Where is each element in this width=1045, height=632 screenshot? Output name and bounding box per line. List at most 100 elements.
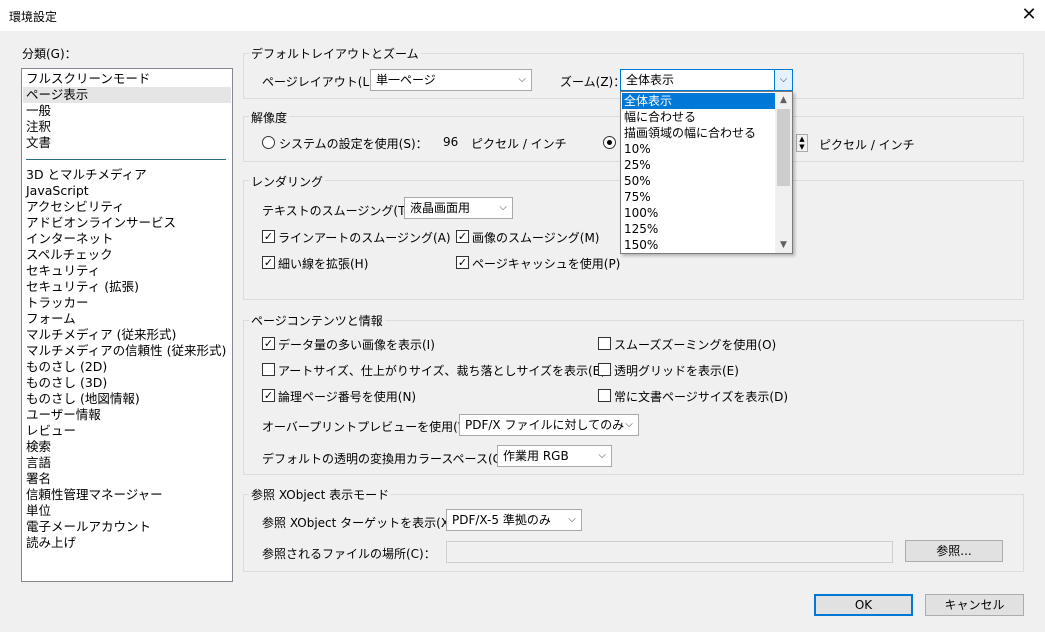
- custom-resolution-radio[interactable]: [603, 136, 616, 149]
- text-smoothing-label: テキストのスムージング(T)：: [262, 204, 423, 218]
- zoom-option[interactable]: 150%: [622, 237, 775, 253]
- page-cache-checkbox[interactable]: ✓: [456, 256, 469, 269]
- blend-space-select[interactable]: 作業用 RGB ⌵: [497, 445, 612, 467]
- category-item[interactable]: セキュリティ (拡張): [26, 279, 139, 295]
- overprint-value: PDF/X ファイルに対してのみ: [465, 418, 625, 432]
- category-item[interactable]: ユーザー情報: [26, 407, 101, 423]
- rendering-title: レンダリング: [249, 173, 326, 190]
- system-resolution-unit: ピクセル / インチ: [471, 137, 567, 151]
- chevron-down-icon: ⌵: [774, 70, 792, 90]
- browse-button[interactable]: 参照...: [905, 540, 1003, 562]
- xobject-title: 参照 XObject 表示モード: [249, 486, 392, 503]
- xobject-target-select[interactable]: PDF/X-5 準拠のみ ⌵: [446, 509, 582, 531]
- system-resolution-label: システムの設定を使用(S)：: [279, 137, 428, 151]
- transparency-grid-checkbox[interactable]: [598, 363, 611, 376]
- scroll-thumb[interactable]: [777, 109, 790, 186]
- category-item[interactable]: フォーム: [26, 311, 76, 327]
- zoom-option[interactable]: 描画領域の幅に合わせる: [622, 125, 775, 141]
- category-item[interactable]: インターネット: [26, 231, 114, 247]
- category-item[interactable]: トラッカー: [26, 295, 89, 311]
- category-item[interactable]: 言語: [26, 455, 51, 471]
- category-item-general[interactable]: 一般: [26, 103, 51, 119]
- art-trim-bleed-checkbox[interactable]: [262, 363, 275, 376]
- zoom-option[interactable]: 125%: [622, 221, 775, 237]
- large-images-checkbox[interactable]: ✓: [262, 337, 275, 350]
- zoom-value: 全体表示: [626, 73, 675, 87]
- layout-zoom-title: デフォルトレイアウトとズーム: [249, 45, 421, 62]
- category-item-comments[interactable]: 注釈: [26, 119, 51, 135]
- category-item-page-display[interactable]: ページ表示: [23, 87, 231, 103]
- zoom-option[interactable]: 幅に合わせる: [622, 109, 775, 125]
- category-item[interactable]: ものさし (3D): [26, 375, 107, 391]
- zoom-option[interactable]: 25%: [622, 157, 775, 173]
- resolution-spinner[interactable]: ▲ ▼: [796, 134, 808, 152]
- category-item[interactable]: ものさし (2D): [26, 359, 107, 375]
- art-trim-bleed-label: アートサイズ、仕上がりサイズ、裁ち落としサイズを表示(B): [278, 364, 606, 378]
- category-item[interactable]: ものさし (地図情報): [26, 391, 140, 407]
- zoom-option[interactable]: 10%: [622, 141, 775, 157]
- chevron-down-icon: ⌵: [518, 74, 526, 85]
- category-item[interactable]: アクセシビリティ: [26, 199, 125, 215]
- system-resolution-radio[interactable]: [262, 136, 275, 149]
- chevron-down-icon: ⌵: [625, 419, 633, 430]
- lineart-smoothing-label: ラインアートのスムージング(A): [278, 231, 451, 245]
- zoom-option[interactable]: 50%: [622, 173, 775, 189]
- xobject-target-value: PDF/X-5 準拠のみ: [452, 513, 551, 527]
- arrow-down-icon[interactable]: ▼: [797, 143, 807, 151]
- category-item[interactable]: 信頼性管理マネージャー: [26, 487, 163, 503]
- resolution-title: 解像度: [249, 109, 290, 126]
- dropdown-scrollbar[interactable]: ▲ ▼: [775, 92, 792, 253]
- blend-space-label: デフォルトの透明の変換用カラースペース(C)：: [262, 452, 518, 466]
- category-item[interactable]: レビュー: [26, 423, 76, 439]
- logical-page-numbers-checkbox[interactable]: ✓: [262, 389, 275, 402]
- thin-lines-checkbox[interactable]: ✓: [262, 256, 275, 269]
- scroll-up-icon[interactable]: ▲: [775, 92, 792, 108]
- overprint-select[interactable]: PDF/X ファイルに対してのみ ⌵: [459, 414, 639, 436]
- zoom-option[interactable]: 100%: [622, 205, 775, 221]
- doc-page-size-label: 常に文書ページサイズを表示(D): [614, 390, 789, 404]
- image-smoothing-label: 画像のスムージング(M): [472, 231, 600, 245]
- category-item[interactable]: 検索: [26, 439, 51, 455]
- category-item[interactable]: スペルチェック: [26, 247, 113, 263]
- chevron-down-icon: ⌵: [499, 202, 507, 213]
- cancel-button[interactable]: キャンセル: [925, 594, 1024, 616]
- category-item-fullscreen[interactable]: フルスクリーンモード: [26, 71, 150, 87]
- smooth-zooming-checkbox[interactable]: [598, 337, 611, 350]
- text-smoothing-select[interactable]: 液晶画面用 ⌵: [404, 197, 513, 219]
- large-images-label: データ量の多い画像を表示(I): [278, 338, 435, 352]
- category-item-documents[interactable]: 文書: [26, 135, 51, 151]
- title-bar: [0, 0, 1045, 31]
- smooth-zooming-label: スムーズズーミングを使用(O): [614, 338, 777, 352]
- category-item[interactable]: セキュリティ: [26, 263, 100, 279]
- zoom-option[interactable]: 75%: [622, 189, 775, 205]
- transparency-grid-label: 透明グリッドを表示(E): [614, 364, 739, 378]
- category-list[interactable]: フルスクリーンモード ページ表示 一般 注釈 文書 3D とマルチメディア Ja…: [21, 68, 233, 582]
- scroll-down-icon[interactable]: ▼: [775, 237, 792, 253]
- category-item[interactable]: 署名: [26, 471, 51, 487]
- lineart-smoothing-checkbox[interactable]: ✓: [262, 230, 275, 243]
- chevron-down-icon: ⌵: [598, 450, 606, 461]
- page-content-title: ページコンテンツと情報: [249, 312, 385, 329]
- zoom-dropdown-list[interactable]: 全体表示 幅に合わせる 描画領域の幅に合わせる 10% 25% 50% 75% …: [620, 91, 793, 254]
- category-item[interactable]: アドビオンラインサービス: [26, 215, 176, 231]
- category-item[interactable]: 3D とマルチメディア: [26, 167, 147, 183]
- category-item[interactable]: 単位: [26, 503, 51, 519]
- page-layout-select[interactable]: 単一ページ ⌵: [370, 69, 532, 91]
- close-icon[interactable]: ✕: [1014, 2, 1044, 30]
- logical-page-numbers-label: 論理ページ番号を使用(N): [278, 390, 417, 404]
- category-item[interactable]: JavaScript: [26, 183, 89, 199]
- doc-page-size-checkbox[interactable]: [598, 389, 611, 402]
- image-smoothing-checkbox[interactable]: ✓: [456, 230, 469, 243]
- text-smoothing-value: 液晶画面用: [410, 201, 471, 215]
- file-location-field[interactable]: [446, 541, 893, 563]
- zoom-select[interactable]: 全体表示 ⌵: [620, 69, 793, 91]
- arrow-up-icon[interactable]: ▲: [797, 135, 807, 143]
- category-item[interactable]: 電子メールアカウント: [26, 519, 151, 535]
- category-item[interactable]: マルチメディアの信頼性 (従来形式): [26, 343, 226, 359]
- category-item[interactable]: 読み上げ: [26, 535, 76, 551]
- system-resolution-value: 96: [443, 135, 459, 149]
- category-item[interactable]: マルチメディア (従来形式): [26, 327, 176, 343]
- zoom-option[interactable]: 全体表示: [622, 93, 775, 109]
- ok-button[interactable]: OK: [814, 594, 913, 616]
- category-separator: [26, 159, 226, 160]
